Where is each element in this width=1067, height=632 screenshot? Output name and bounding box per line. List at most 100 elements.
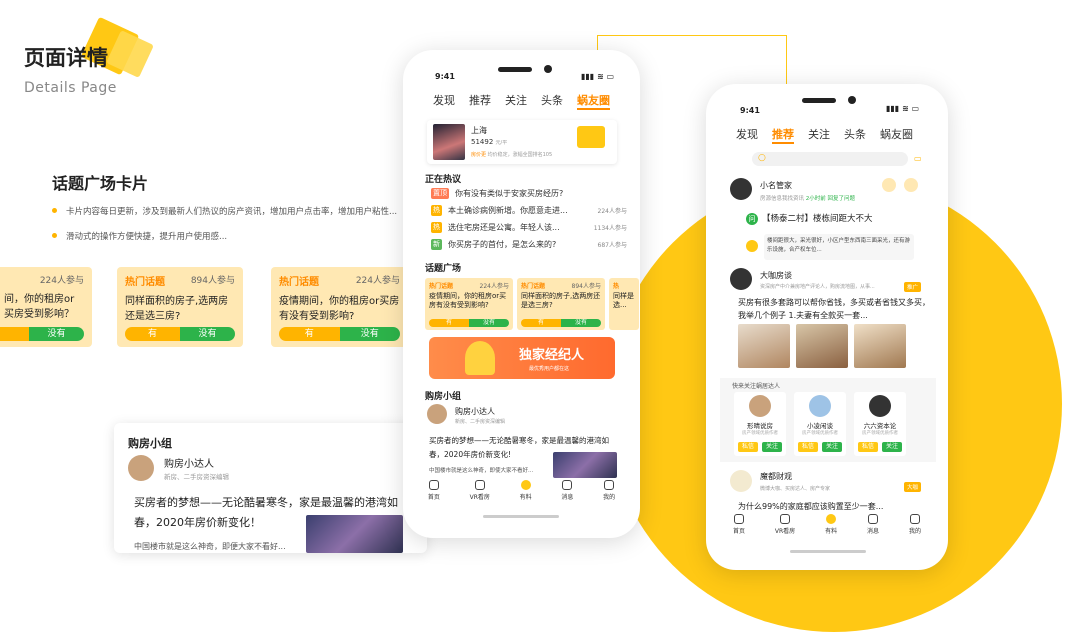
city-photo (306, 515, 403, 553)
nav-vr[interactable]: VR看房 (470, 480, 490, 501)
tab-recommend[interactable]: 推荐 (772, 126, 794, 144)
yes-button[interactable]: 有 (125, 327, 180, 341)
hot-count: 224人参与 (597, 208, 627, 215)
house-photo[interactable] (738, 324, 790, 368)
topic-card[interactable]: 224人参与 间，你的租房or买房受到影响？ 没有 (0, 267, 92, 347)
hot-item[interactable]: 热本土确诊病例新增。你愿意走进... 224人参与 (431, 205, 627, 216)
no-button[interactable]: 没有 (561, 319, 601, 327)
promo-badge: 推广 (904, 282, 922, 292)
agent-banner[interactable]: 独家经纪人 最优秀用户都在这 (429, 337, 615, 379)
hot-tag: 新 (431, 239, 442, 250)
no-button[interactable]: 没有 (339, 327, 400, 341)
tab-recommend[interactable]: 推荐 (469, 92, 491, 110)
tab-headline[interactable]: 头条 (541, 92, 563, 110)
nav-home[interactable]: 首页 (428, 480, 440, 501)
chat-icon[interactable] (882, 178, 896, 192)
mini-topic-card[interactable]: 热同样是选... (609, 278, 639, 330)
user-icon (604, 480, 615, 490)
hot-item[interactable]: 热选住宅房还是公寓。年轻人该... 1134人参与 (431, 222, 627, 233)
group-user-name: 购房小达人 (455, 407, 495, 416)
user-meta: 房产领域优质作者 (862, 431, 898, 436)
topic-card[interactable]: 热门话题 224人参与 疫情期间，你的租房or买房有没有受到影响? 有没有 (271, 267, 408, 347)
tab-follow[interactable]: 关注 (505, 92, 527, 110)
phone-icon[interactable] (904, 178, 918, 192)
house-photo[interactable] (854, 324, 906, 368)
topic-question: 疫情期间，你的租房or买房有没有受到影响? (279, 296, 400, 322)
book-icon (474, 480, 485, 490)
question-row[interactable]: 问【杨泰二村】楼栋间距大不大 (746, 212, 873, 225)
user-card[interactable]: 六六资本论 房产领域优质作者 私信 关注 (854, 392, 906, 456)
city-card[interactable]: 上海 51492 元/平 房价更 均价稳定，涨幅全国排名105 (427, 120, 617, 164)
post-meta: 房源信息我找资讯 (760, 196, 805, 202)
tab-discover[interactable]: 发现 (736, 126, 758, 144)
nav-content[interactable]: 有料 (520, 480, 532, 501)
no-button[interactable]: 没有 (469, 319, 509, 327)
city-tag: 房价更 (471, 152, 487, 158)
tab-community[interactable]: 蜗友圈 (880, 126, 913, 144)
nav-me[interactable]: 我的 (909, 514, 921, 535)
nav-me[interactable]: 我的 (603, 480, 615, 501)
follow-button[interactable]: 关注 (882, 442, 902, 452)
message-button[interactable]: 私信 (798, 442, 818, 452)
connector-line (597, 35, 787, 36)
follow-button[interactable]: 关注 (822, 442, 842, 452)
group-post-sub: 中国楼市就是这么神奇，即使大家不看好... (429, 468, 534, 474)
topic-tag: 热门话题 (429, 283, 454, 290)
user-card[interactable]: 形晴说房 房产领域优质作者 私信 关注 (734, 392, 786, 456)
agent-illustration (465, 341, 495, 375)
yes-button[interactable]: 有 (521, 319, 561, 327)
mini-topic-card[interactable]: 热门话题 894人参与 同样面积的房子,选两房还是选三房? 有没有 (517, 278, 605, 330)
no-button[interactable]: 没有 (29, 327, 84, 341)
nav-vr[interactable]: VR看房 (775, 514, 795, 535)
group-user-meta: 新房、二手房资深编辑 (455, 419, 506, 425)
avatar (427, 404, 447, 424)
user-card[interactable]: 小凌闲谈 房产领域优质作者 私信 关注 (794, 392, 846, 456)
tab-community[interactable]: 蜗友圈 (577, 92, 610, 110)
hot-item[interactable]: 新你买房子的首付，是怎么来的? 687人参与 (431, 239, 627, 250)
post-time: 2小时前 (805, 196, 826, 202)
circle-icon (826, 514, 837, 524)
message-button[interactable]: 私信 (738, 442, 758, 452)
hot-tag: 热 (431, 222, 442, 233)
topic-question: 同样是选... (613, 292, 634, 309)
mini-topic-card[interactable]: 热门话题 224人参与 疫情期间，你的租房or买房有没有受到影响? 有没有 (425, 278, 513, 330)
topic-card[interactable]: 热门话题 894人参与 同样面积的房子,选两房还是选三房? 有没有 (117, 267, 243, 347)
tab-headline[interactable]: 头条 (844, 126, 866, 144)
house-photo[interactable] (796, 324, 848, 368)
nav-home[interactable]: 首页 (733, 514, 745, 535)
topic-question: 同样面积的房子,选两房还是选三房? (521, 292, 601, 309)
yes-button[interactable] (0, 327, 29, 341)
user-icon (909, 514, 920, 524)
search-input[interactable]: ○ (752, 152, 908, 166)
hot-tag: 置顶 (431, 188, 449, 199)
square-title: 话题广场 (425, 264, 462, 274)
yes-button[interactable]: 有 (279, 327, 340, 341)
group-user-name: 购房小达人 (164, 459, 214, 470)
tab-discover[interactable]: 发现 (433, 92, 455, 110)
user-meta: 房产领域优质作者 (802, 431, 838, 436)
avatar (730, 470, 752, 492)
post-text: 为什么99%的家庭都应该购置至少一套... (738, 502, 884, 511)
follow-button[interactable]: 关注 (762, 442, 782, 452)
nav-messages[interactable]: 消息 (867, 514, 879, 535)
tab-follow[interactable]: 关注 (808, 126, 830, 144)
hot-item[interactable]: 置顶 你有没有类似于安家买房经历? (431, 188, 627, 199)
user-meta: 房产领域优质作者 (742, 431, 778, 436)
chat-icon (562, 480, 573, 490)
nav-content[interactable]: 有料 (825, 514, 837, 535)
message-icon[interactable]: ▭ (914, 154, 922, 163)
avatar (730, 268, 752, 290)
no-button[interactable]: 没有 (180, 327, 235, 341)
hot-count: 687人参与 (597, 242, 627, 249)
yes-button[interactable]: 有 (429, 319, 469, 327)
search-icon: ○ (758, 153, 766, 163)
message-button[interactable]: 私信 (858, 442, 878, 452)
bullet-2: 滑动式的操作方便快捷，提升用户使用感... (52, 230, 227, 242)
post-meta: 微博大咖、买房达人、房产专家 (760, 486, 831, 492)
post-author: 小名管家 (760, 181, 792, 190)
nav-messages[interactable]: 消息 (561, 480, 573, 501)
group-card[interactable]: 购房小组 购房小达人 新房、二手房资深编辑 买房者的梦想——无论酷暑寒冬，家是最… (114, 423, 427, 553)
price-unit: 元/平 (495, 140, 508, 146)
home-icon (428, 480, 439, 490)
post-author: 魔都财观 (760, 472, 792, 481)
